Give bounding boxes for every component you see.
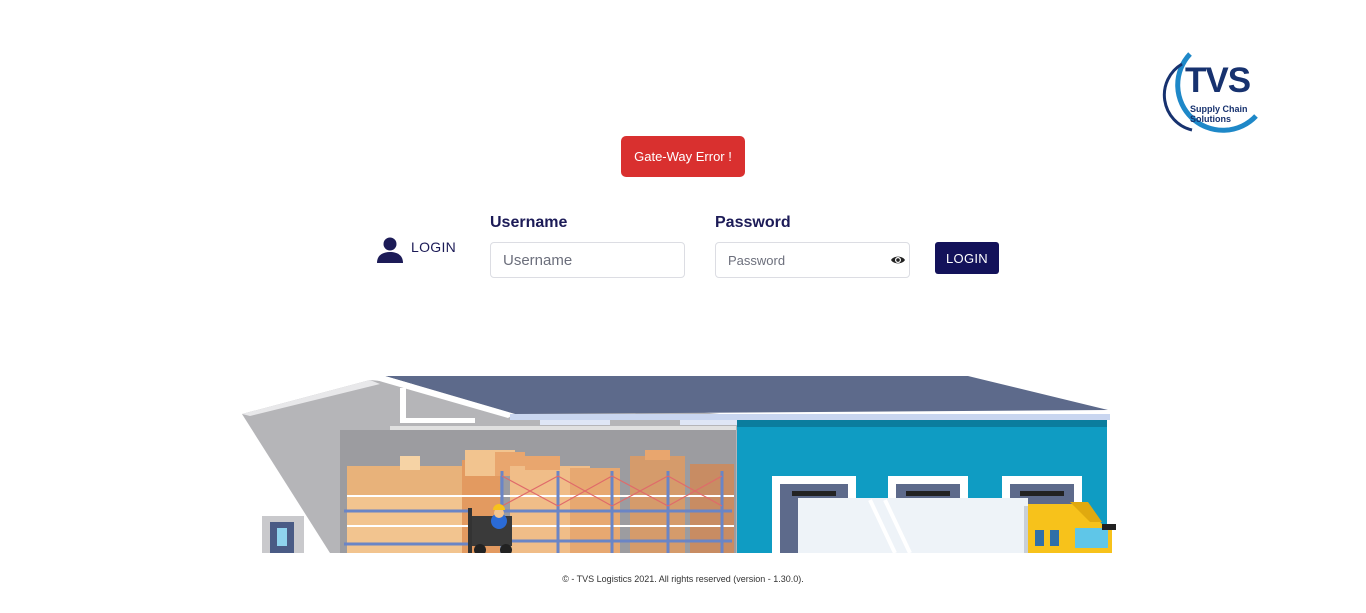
username-label: Username: [490, 214, 568, 231]
login-page: TVS Supply Chain Solutions Gate-Way Erro…: [0, 0, 1366, 613]
logo-tagline-line1: Supply Chain: [1190, 104, 1248, 114]
logo-brand: TVS: [1185, 61, 1251, 100]
logo-tagline: Supply Chain Solutions: [1190, 104, 1260, 124]
password-input[interactable]: [715, 242, 910, 278]
password-label: Password: [715, 214, 791, 231]
footer-copyright: © - TVS Logistics 2021. All rights reser…: [562, 574, 804, 584]
login-button[interactable]: LOGIN: [935, 242, 999, 274]
tvs-logo: TVS Supply Chain Solutions: [1152, 46, 1264, 142]
username-input[interactable]: [490, 242, 685, 278]
error-toast: Gate-Way Error !: [621, 136, 745, 177]
logo-tagline-line2: Solutions: [1190, 114, 1231, 124]
truck: [798, 498, 1116, 553]
user-icon: [377, 237, 403, 263]
eye-icon[interactable]: [890, 253, 906, 267]
login-heading: LOGIN: [411, 239, 457, 255]
warehouse-illustration: [242, 376, 1116, 553]
